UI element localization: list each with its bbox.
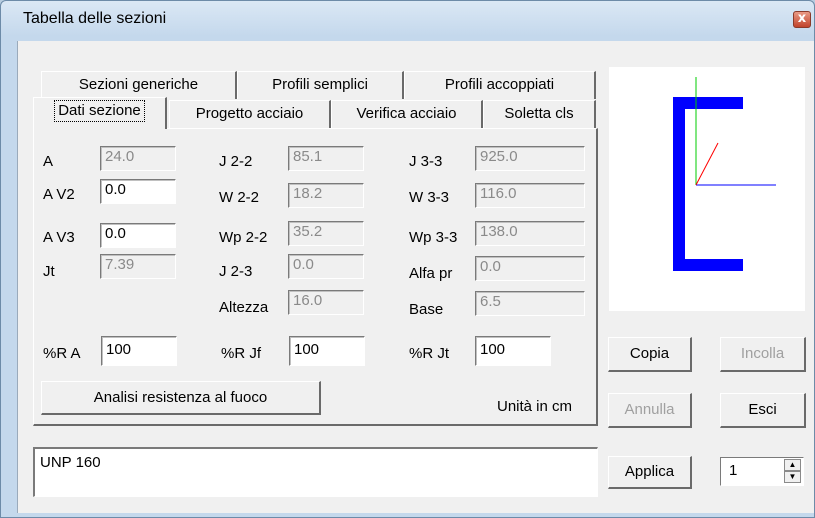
label-a: A	[43, 153, 54, 170]
field-w22: 18.2	[288, 183, 364, 208]
profile-bottom-flange	[673, 259, 743, 271]
fire-analysis-button[interactable]: Analisi resistenza al fuoco	[41, 381, 321, 415]
field-j23: 0.0	[288, 254, 364, 279]
field-av2[interactable]: 0.0	[100, 179, 176, 204]
field-j22: 85.1	[288, 146, 364, 171]
title-bar[interactable]: Tabella delle sezioni x	[1, 1, 815, 37]
label-j33: J 3-3	[409, 153, 443, 170]
tab-profili-semplici[interactable]: Profili semplici	[237, 71, 404, 99]
dialog-window: Tabella delle sezioni x Sezioni generich…	[0, 0, 815, 518]
field-av3[interactable]: 0.0	[100, 223, 176, 248]
label-wp33: Wp 3-3	[409, 229, 458, 246]
label-ra: %R A	[43, 345, 81, 362]
profile-web	[673, 97, 685, 269]
tab-label: Soletta cls	[504, 105, 574, 122]
label-altezza: Altezza	[219, 299, 269, 316]
principal-axis-line	[695, 142, 719, 186]
spinner-arrows: ▲ ▼	[784, 459, 801, 484]
exit-button[interactable]: Esci	[720, 393, 806, 428]
field-w33: 116.0	[475, 183, 585, 208]
tab-label: Progetto acciaio	[195, 105, 304, 122]
field-rjt[interactable]: 100	[475, 336, 551, 366]
units-label: Unità in cm	[497, 398, 573, 415]
cancel-button[interactable]: Annulla	[608, 393, 692, 428]
tab-verifica-acciaio[interactable]: Verifica acciaio	[331, 100, 483, 128]
label-w22: W 2-2	[219, 189, 260, 206]
copy-button[interactable]: Copia	[608, 337, 692, 372]
label-av3: A V3	[43, 229, 75, 246]
count-spinner[interactable]: 1 ▲ ▼	[720, 457, 804, 486]
field-ra[interactable]: 100	[101, 336, 177, 366]
field-alfa-pr: 0.0	[475, 256, 585, 281]
field-base: 6.5	[475, 291, 585, 316]
section-name-field[interactable]: UNP 160	[33, 447, 598, 497]
paste-button[interactable]: Incolla	[720, 337, 806, 372]
tab-label: Profili semplici	[272, 76, 368, 93]
tab-label: Profili accoppiati	[444, 76, 555, 93]
field-rjf[interactable]: 100	[289, 336, 365, 366]
label-wp22: Wp 2-2	[219, 229, 268, 246]
close-button[interactable]: x	[793, 11, 811, 28]
field-jt: 7.39	[100, 254, 176, 279]
window-title: Tabella delle sezioni	[23, 10, 167, 27]
label-alfa-pr: Alfa pr	[409, 265, 453, 282]
tab-progetto-acciaio[interactable]: Progetto acciaio	[169, 100, 331, 128]
tab-profili-accoppiati[interactable]: Profili accoppiati	[404, 71, 596, 99]
tab-soletta-cls[interactable]: Soletta cls	[483, 100, 596, 128]
field-altezza: 16.0	[288, 290, 364, 315]
spinner-up-icon[interactable]: ▲	[784, 459, 801, 471]
label-j22: J 2-2	[219, 153, 253, 170]
tab-label: Verifica acciaio	[356, 105, 457, 122]
label-base: Base	[409, 301, 444, 318]
tab-sezioni-generiche[interactable]: Sezioni generiche	[41, 71, 237, 99]
label-rjf: %R Jf	[221, 345, 262, 362]
tab-dati-sezione[interactable]: Dati sezione	[33, 97, 167, 129]
label-jt: Jt	[43, 263, 55, 280]
close-icon: x	[797, 11, 807, 26]
spinner-down-icon[interactable]: ▼	[784, 471, 801, 483]
apply-button[interactable]: Applica	[608, 456, 692, 489]
label-av2: A V2	[43, 186, 75, 203]
tab-label: Dati sezione	[54, 100, 145, 122]
field-wp33: 138.0	[475, 221, 585, 246]
channel-section-drawing	[673, 77, 776, 271]
tab-label: Sezioni generiche	[78, 76, 199, 93]
section-preview	[609, 67, 805, 311]
field-j33: 925.0	[475, 146, 585, 171]
label-rjt: %R Jt	[409, 345, 450, 362]
field-wp22: 35.2	[288, 221, 364, 246]
spinner-value: 1	[729, 462, 738, 479]
label-w33: W 3-3	[409, 189, 450, 206]
field-a: 24.0	[100, 146, 176, 171]
label-j23: J 2-3	[219, 263, 253, 280]
